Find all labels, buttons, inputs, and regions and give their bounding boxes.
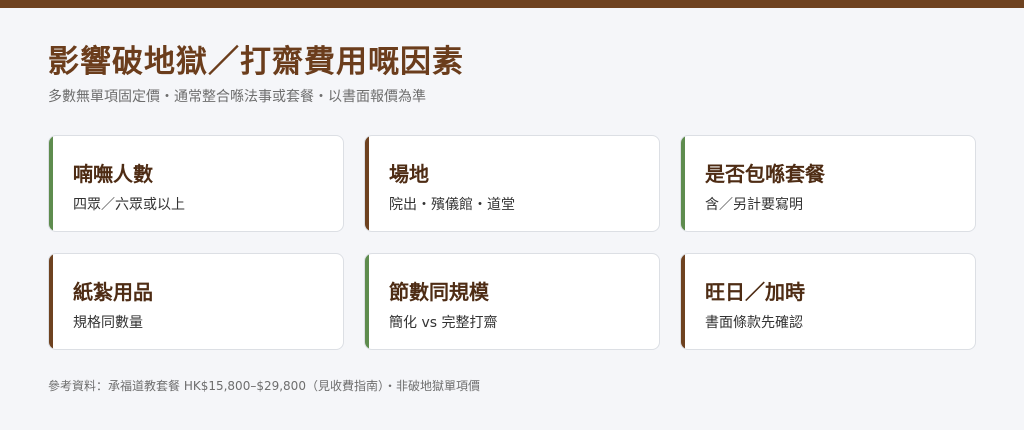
card-description: 簡化 vs 完整打齋 bbox=[389, 315, 498, 331]
factor-card-participants: 喃嘸人數 四眾／六眾或以上 bbox=[48, 135, 344, 232]
top-accent-bar bbox=[0, 0, 1024, 8]
card-title: 旺日／加時 bbox=[705, 280, 805, 304]
card-description: 規格同數量 bbox=[73, 315, 143, 331]
card-title: 紙紮用品 bbox=[73, 280, 153, 304]
card-description: 四眾／六眾或以上 bbox=[73, 197, 185, 213]
page-title: 影響破地獄／打齋費用嘅因素 bbox=[48, 44, 464, 80]
factor-card-package: 是否包喺套餐 含／另計要寫明 bbox=[680, 135, 976, 232]
card-title: 節數同規模 bbox=[389, 280, 489, 304]
factor-card-scale: 節數同規模 簡化 vs 完整打齋 bbox=[364, 253, 660, 350]
card-title: 喃嘸人數 bbox=[73, 162, 153, 186]
factor-card-paper-offerings: 紙紮用品 規格同數量 bbox=[48, 253, 344, 350]
page-subtitle: 多數無單項固定價・通常整合喺法事或套餐・以書面報價為準 bbox=[48, 89, 426, 105]
card-title: 場地 bbox=[389, 162, 429, 186]
card-description: 書面條款先確認 bbox=[705, 315, 803, 331]
reference-footnote: 參考資料：承福道教套餐 HK$15,800–$29,800（見收費指南）・非破地… bbox=[48, 379, 480, 393]
card-title: 是否包喺套餐 bbox=[705, 162, 825, 186]
factor-card-venue: 場地 院出・殯儀館・道堂 bbox=[364, 135, 660, 232]
card-description: 含／另計要寫明 bbox=[705, 197, 803, 213]
card-description: 院出・殯儀館・道堂 bbox=[389, 197, 515, 213]
factor-card-peak-overtime: 旺日／加時 書面條款先確認 bbox=[680, 253, 976, 350]
